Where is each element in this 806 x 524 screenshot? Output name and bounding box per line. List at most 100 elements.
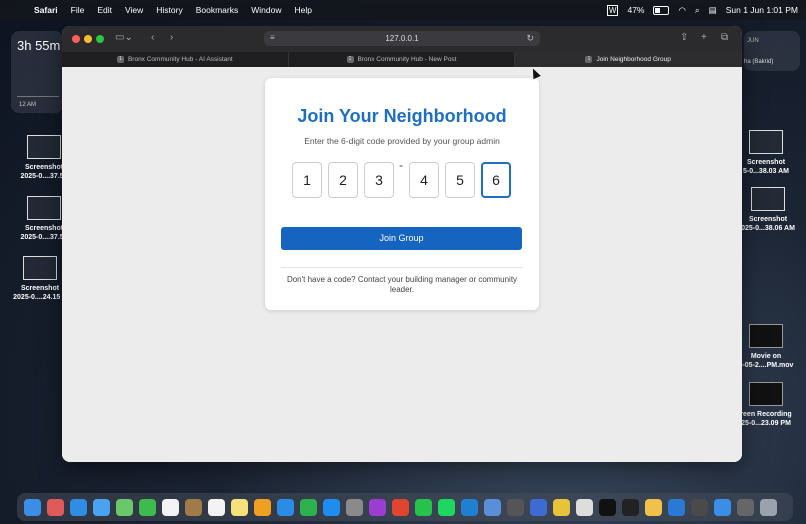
launchpad-icon[interactable] — [47, 498, 64, 516]
address-bar[interactable]: ≡ 127.0.0.1 ↻ — [264, 31, 540, 46]
divider — [281, 267, 523, 268]
trash-icon[interactable] — [760, 498, 777, 516]
spotify-icon[interactable] — [438, 498, 455, 516]
control-center-icon[interactable]: ▤ — [709, 5, 717, 16]
tab-overview-icon[interactable]: ⧉ — [721, 32, 728, 43]
page-subtitle: Enter the 6-digit code provided by your … — [304, 136, 500, 146]
join-group-button[interactable]: Join Group — [281, 227, 522, 250]
file-thumbnail — [749, 130, 783, 154]
app-store-icon[interactable] — [323, 498, 340, 516]
safari-icon[interactable] — [70, 498, 87, 516]
brave-icon[interactable] — [392, 498, 409, 516]
code-digit-4[interactable]: 4 — [409, 162, 439, 198]
tab-new-post[interactable]: 1 Bronx Community Hub - New Post — [289, 52, 516, 67]
app-icon[interactable] — [645, 498, 662, 516]
screen-time-chart — [17, 66, 59, 97]
file-thumbnail — [749, 382, 783, 406]
join-card: Join Your Neighborhood Enter the 6-digit… — [265, 78, 539, 310]
whatsapp-icon[interactable] — [415, 498, 432, 516]
vscode-icon[interactable] — [461, 498, 478, 516]
notes-icon[interactable] — [231, 498, 248, 516]
pages-icon[interactable] — [254, 498, 271, 516]
reload-icon[interactable]: ↻ — [526, 33, 534, 44]
page-content: Join Your Neighborhood Enter the 6-digit… — [62, 67, 742, 462]
forward-icon[interactable]: › — [170, 32, 173, 43]
menu-file[interactable]: File — [71, 5, 85, 15]
settings-icon[interactable] — [346, 498, 363, 516]
screen-time-value: 3h 55m — [17, 38, 61, 53]
menu-help[interactable]: Help — [294, 5, 311, 15]
code-input-group: 1 2 3 - 4 5 6 — [292, 158, 512, 198]
downloads-folder-icon[interactable] — [714, 498, 731, 516]
facetime-icon[interactable] — [139, 498, 156, 516]
code-digit-5[interactable]: 5 — [445, 162, 475, 198]
app-icon[interactable] — [530, 498, 547, 516]
tab-label: Bronx Community Hub - AI Assistant — [127, 56, 233, 63]
wifi-icon[interactable]: ◠ — [678, 5, 685, 16]
app-icon[interactable] — [691, 498, 708, 516]
site-settings-icon[interactable]: ≡ — [270, 33, 275, 42]
code-digit-6[interactable]: 6 — [481, 162, 511, 198]
tab-ai-assistant[interactable]: 1 Bronx Community Hub - AI Assistant — [62, 52, 289, 67]
tab-label: Bronx Community Hub - New Post — [357, 56, 457, 63]
calendar-icon[interactable] — [162, 498, 179, 516]
browser-toolbar: ▭⌄ ‹ › ≡ 127.0.0.1 ↻ ⇪ + ⧉ — [62, 26, 742, 52]
contacts-icon[interactable] — [185, 498, 202, 516]
dock — [17, 493, 793, 521]
wps-icon[interactable] — [369, 498, 386, 516]
screen-time-widget[interactable]: 3h 55m 12 AM — [11, 31, 63, 113]
battery-percent: 47% — [627, 5, 645, 15]
mail-icon[interactable] — [93, 498, 110, 516]
url-text: 127.0.0.1 — [385, 34, 419, 43]
menu-bar: Safari File Edit View History Bookmarks … — [0, 0, 806, 20]
maps-icon[interactable] — [116, 498, 133, 516]
calendar-month: JUN — [747, 38, 759, 44]
share-icon[interactable]: ⇪ — [680, 32, 688, 43]
code-digit-3[interactable]: 3 — [364, 162, 394, 198]
new-tab-icon[interactable]: + — [701, 32, 707, 43]
status-app-icon[interactable]: W — [606, 4, 619, 16]
chrome-icon[interactable] — [553, 498, 570, 516]
favicon-icon: 1 — [116, 56, 124, 63]
favicon-icon: 1 — [585, 56, 593, 63]
tab-label: Join Neighborhood Group — [596, 56, 671, 63]
tab-bar: 1 Bronx Community Hub - AI Assistant 1 B… — [62, 52, 742, 67]
terminal-icon[interactable] — [599, 498, 616, 516]
code-digit-1[interactable]: 1 — [292, 162, 322, 198]
file-thumbnail — [751, 187, 785, 211]
close-window-button[interactable] — [72, 35, 80, 43]
chatgpt-icon[interactable] — [576, 498, 593, 516]
menu-window[interactable]: Window — [251, 5, 281, 15]
page-title: Join Your Neighborhood — [297, 106, 507, 126]
sidebar-toggle-icon[interactable]: ▭⌄ — [115, 32, 133, 43]
calendar-widget[interactable]: JUN ha (Bakrid) — [744, 31, 800, 71]
tab-join-group[interactable]: 1 Join Neighborhood Group — [515, 52, 742, 67]
reminders-icon[interactable] — [208, 498, 225, 516]
app-icon[interactable] — [737, 498, 754, 516]
menu-edit[interactable]: Edit — [97, 5, 112, 15]
menu-clock[interactable]: Sun 1 Jun 1:01 PM — [726, 5, 798, 15]
spotlight-icon[interactable]: ⌕ — [695, 5, 700, 16]
file-thumbnail — [749, 324, 783, 348]
screen-time-axis-label: 12 AM — [19, 102, 37, 108]
app-icon[interactable] — [622, 498, 639, 516]
keynote-icon[interactable] — [277, 498, 294, 516]
menu-history[interactable]: History — [156, 5, 182, 15]
favicon-icon: 1 — [346, 56, 354, 63]
numbers-icon[interactable] — [300, 498, 317, 516]
menu-app-name[interactable]: Safari — [34, 5, 58, 15]
menu-bookmarks[interactable]: Bookmarks — [196, 5, 239, 15]
zoom-window-button[interactable] — [96, 35, 104, 43]
file-thumbnail — [23, 256, 57, 280]
minimize-window-button[interactable] — [84, 35, 92, 43]
finder-icon[interactable] — [24, 498, 41, 516]
xcode-icon[interactable] — [484, 498, 501, 516]
menu-view[interactable]: View — [125, 5, 143, 15]
back-icon[interactable]: ‹ — [151, 32, 154, 43]
code-digit-2[interactable]: 2 — [328, 162, 358, 198]
code-separator: - — [399, 158, 403, 172]
file-thumbnail — [27, 196, 61, 220]
battery-icon[interactable] — [653, 5, 670, 15]
unity-icon[interactable] — [507, 498, 524, 516]
app-icon[interactable] — [668, 498, 685, 516]
